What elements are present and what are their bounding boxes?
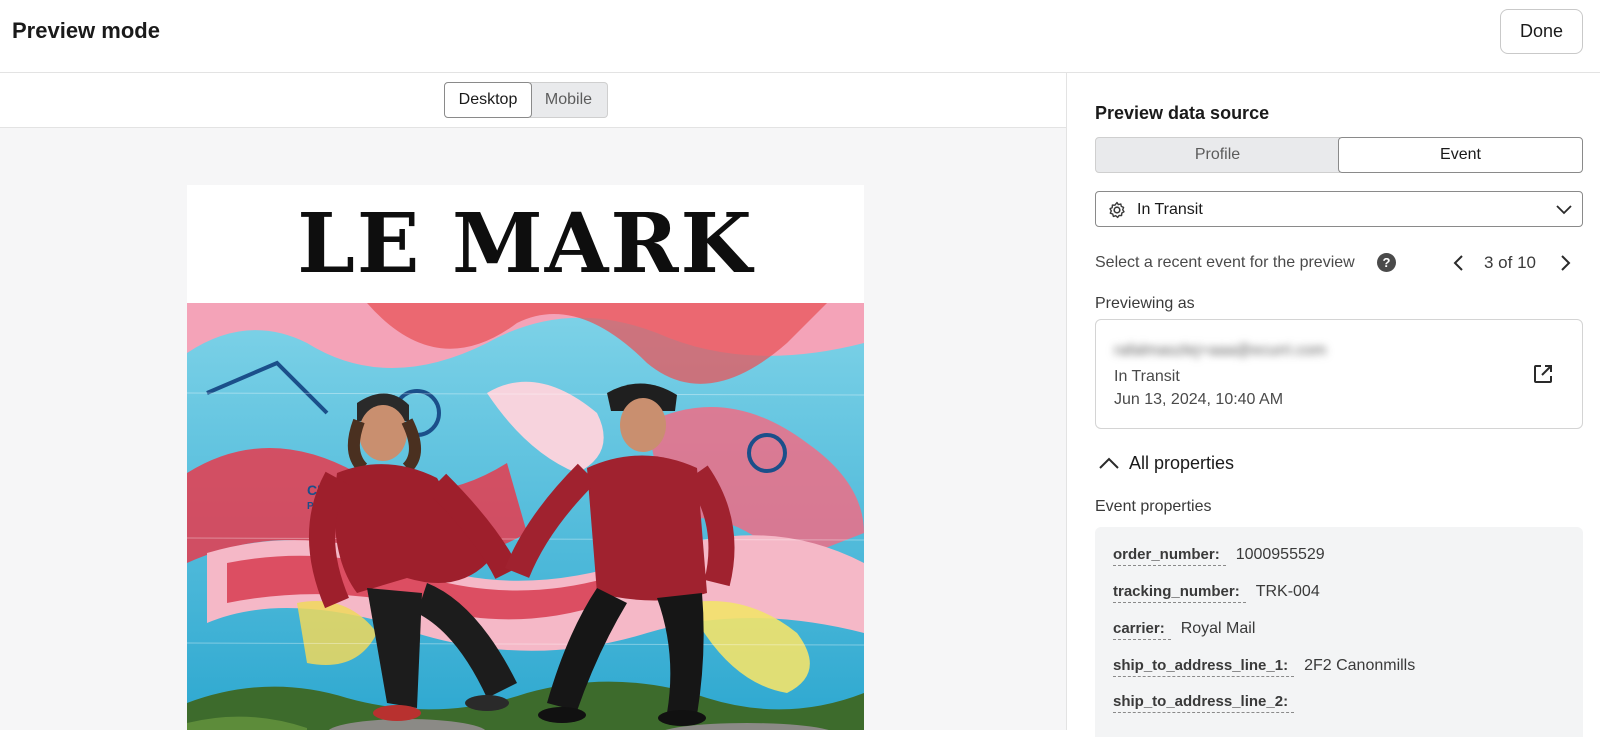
property-value: 2F2 Canonmills — [1304, 657, 1416, 674]
card-event-date: Jun 13, 2024, 10:40 AM — [1114, 391, 1284, 408]
property-key: order_number: — [1113, 546, 1226, 566]
chevron-up-icon — [1098, 455, 1120, 476]
all-properties-label: All properties — [1129, 453, 1235, 473]
property-key: ship_to_address_line_1: — [1113, 657, 1295, 677]
data-source-tabs: Profile Event — [1095, 137, 1583, 173]
property-key: ship_to_address_line_2: — [1113, 693, 1295, 713]
page-title: Preview mode — [12, 18, 160, 43]
property-value: 1000955529 — [1235, 546, 1325, 563]
profile-email: rafalmaszlej+aaa@ecurri.com — [1114, 342, 1327, 359]
chevron-right-icon[interactable] — [1555, 253, 1575, 273]
device-toggle-bar: Desktop Mobile — [0, 73, 1066, 128]
brand-logo: LE MARK — [297, 196, 754, 292]
email-preview: LE MARK CRIME PARTNER — [187, 185, 864, 730]
property-row: order_number: 1000955529 — [1113, 546, 1325, 572]
header-bar: Preview mode Done — [0, 0, 1600, 73]
event-type-select[interactable]: In Transit — [1095, 191, 1583, 227]
card-event-name: In Transit — [1114, 368, 1180, 385]
event-select-value: In Transit — [1137, 201, 1203, 218]
chevron-down-icon — [1555, 202, 1573, 221]
tab-event[interactable]: Event — [1338, 137, 1583, 173]
property-row: ship_to_address_line_2: — [1113, 693, 1304, 719]
event-properties-list: order_number: 1000955529 tracking_number:… — [1095, 527, 1583, 737]
chevron-left-icon[interactable] — [1449, 253, 1469, 273]
property-value: Royal Mail — [1180, 620, 1256, 637]
property-key: carrier: — [1113, 620, 1171, 640]
gear-icon — [1108, 201, 1126, 224]
mobile-toggle[interactable]: Mobile — [530, 82, 608, 118]
pager-count: 3 of 10 — [1484, 253, 1536, 272]
panel-title: Preview data source — [1095, 103, 1270, 123]
tab-profile[interactable]: Profile — [1095, 137, 1340, 173]
desktop-toggle[interactable]: Desktop — [444, 82, 532, 118]
recent-event-label: Select a recent event for the preview — [1095, 254, 1355, 271]
hero-image: CRIME PARTNER — [187, 303, 864, 730]
previewing-as-label: Previewing as — [1095, 295, 1195, 312]
preview-profile-card: rafalmaszlej+aaa@ecurri.com In Transit J… — [1095, 319, 1583, 429]
property-key: tracking_number: — [1113, 583, 1246, 603]
data-source-panel: Preview data source Profile Event In Tra… — [1068, 73, 1600, 737]
preview-pane: Desktop Mobile LE MARK CRIME PARTNER — [0, 73, 1067, 730]
property-row: tracking_number: TRK-004 — [1113, 583, 1320, 609]
done-button[interactable]: Done — [1500, 9, 1583, 54]
recent-event-row: Select a recent event for the preview ? … — [1095, 248, 1583, 278]
event-properties-label: Event properties — [1095, 498, 1212, 515]
help-icon[interactable]: ? — [1377, 253, 1396, 272]
property-row: carrier: Royal Mail — [1113, 620, 1255, 646]
property-row: ship_to_address_line_1: 2F2 Canonmills — [1113, 657, 1415, 683]
property-value: TRK-004 — [1255, 583, 1320, 600]
external-link-icon[interactable] — [1531, 362, 1555, 386]
